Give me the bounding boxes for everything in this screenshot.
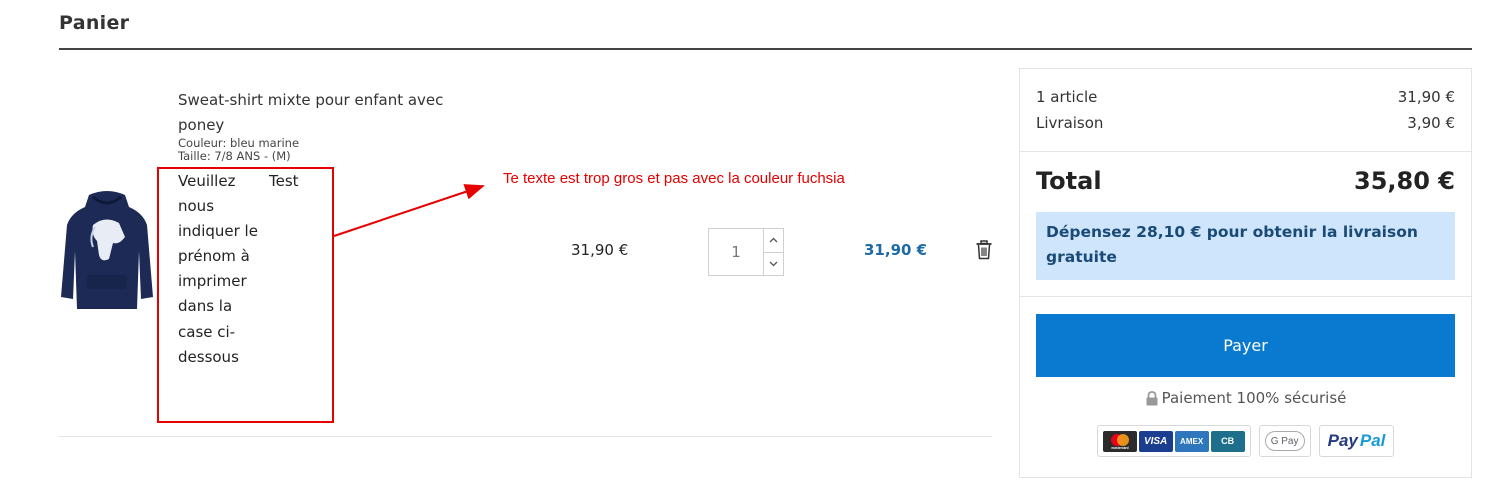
- unit-price: 31,90 €: [571, 241, 629, 259]
- summary-divider: [1020, 151, 1471, 152]
- total-label: Total: [1036, 167, 1102, 195]
- paypal-logo: Pay Pal: [1318, 425, 1395, 457]
- svg-text:mastercard: mastercard: [1111, 446, 1128, 450]
- product-name[interactable]: Sweat-shirt mixte pour enfant avec poney: [178, 88, 478, 138]
- total-value: 35,80 €: [1354, 167, 1455, 195]
- page-title: Panier: [59, 12, 130, 34]
- order-summary: 1 article 31,90 € Livraison 3,90 € Total…: [1019, 68, 1472, 478]
- cart-row-divider: [59, 436, 992, 437]
- product-size-attribute: Taille: 7/8 ANS - (M): [178, 149, 291, 163]
- items-count-label: 1 article: [1036, 88, 1098, 106]
- amex-icon: AMEX: [1174, 430, 1209, 452]
- paypal-logo-part2: Pal: [1359, 431, 1386, 450]
- chevron-down-icon[interactable]: [764, 251, 783, 276]
- paypal-logo-part1: Pay: [1327, 431, 1358, 450]
- mastercard-icon: mastercard: [1102, 430, 1137, 452]
- quantity-input[interactable]: [709, 229, 763, 275]
- quantity-stepper[interactable]: [708, 228, 784, 276]
- annotation-highlight-box: [157, 167, 334, 423]
- payment-logos: mastercard VISA AMEX CB G Pay Pay Pal: [1020, 425, 1471, 457]
- chevron-up-icon[interactable]: [764, 229, 783, 252]
- secure-payment-text: Paiement 100% sécurisé: [1161, 389, 1347, 407]
- product-image[interactable]: [59, 185, 155, 315]
- secure-payment-note: Paiement 100% sécurisé: [1020, 389, 1471, 407]
- shipping-cost: 3,90 €: [1407, 114, 1455, 132]
- trash-icon[interactable]: [975, 240, 993, 260]
- summary-shipping-row: Livraison 3,90 €: [1036, 114, 1455, 132]
- annotation-note: Te texte est trop gros et pas avec la co…: [503, 170, 845, 187]
- summary-divider: [1020, 296, 1471, 297]
- google-pay-icon: G Pay: [1264, 431, 1305, 451]
- shipping-label: Livraison: [1036, 114, 1104, 132]
- free-shipping-notice: Dépensez 28,10 € pour obtenir la livrais…: [1036, 212, 1455, 280]
- summary-items-row: 1 article 31,90 €: [1036, 88, 1455, 106]
- pay-button[interactable]: Payer: [1036, 314, 1455, 377]
- line-total: 31,90 €: [864, 241, 928, 259]
- quantity-arrows: [763, 229, 783, 275]
- lock-icon: [1146, 390, 1158, 405]
- title-divider: [59, 48, 1472, 50]
- cb-card-icon: CB: [1210, 430, 1245, 452]
- card-logos: mastercard VISA AMEX CB: [1096, 425, 1251, 457]
- google-pay-logo: G Pay: [1258, 425, 1311, 457]
- items-subtotal: 31,90 €: [1397, 88, 1455, 106]
- visa-icon: VISA: [1138, 430, 1173, 452]
- summary-total-row: Total 35,80 €: [1036, 167, 1455, 195]
